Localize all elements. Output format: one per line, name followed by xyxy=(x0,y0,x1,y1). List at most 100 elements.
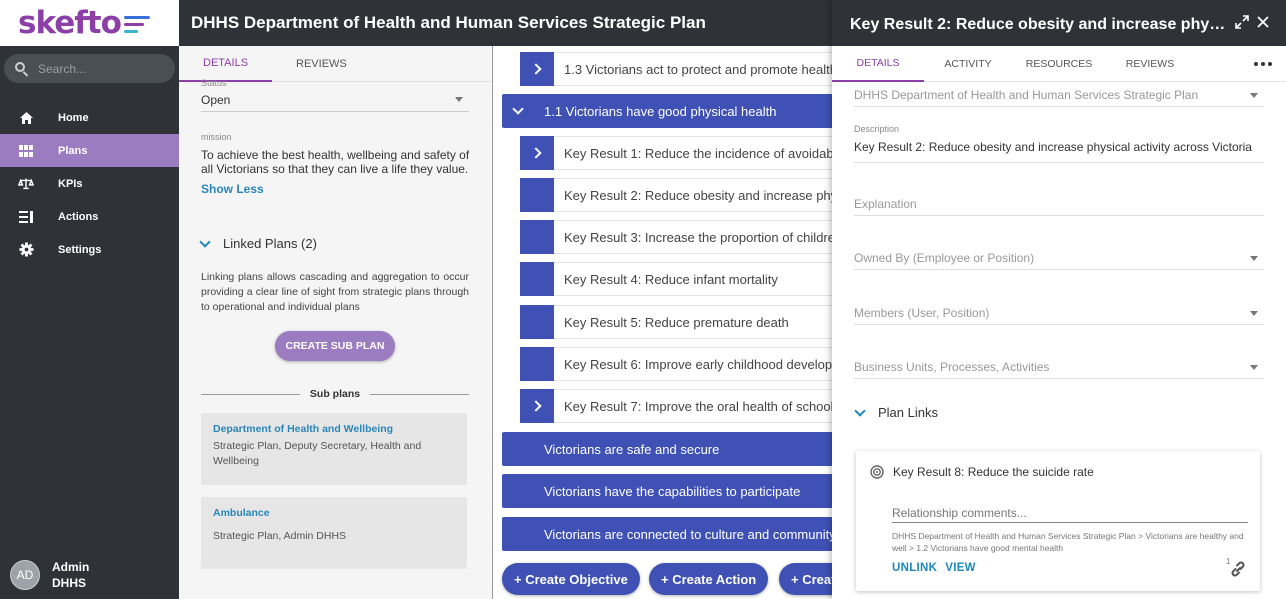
sidebar-item-label: Settings xyxy=(58,243,102,256)
explanation-placeholder: Explanation xyxy=(854,197,917,211)
sub-plans-heading: Sub plans xyxy=(309,388,361,400)
plan-tree: 1.3 Victorians act to protect and promot… xyxy=(494,46,832,599)
plan-links-toggle[interactable]: Plan Links xyxy=(852,404,938,420)
chevron-down-icon xyxy=(1250,92,1258,98)
linked-plans-toggle[interactable]: Linked Plans (2) xyxy=(197,235,317,251)
explanation-field[interactable]: Explanation xyxy=(854,193,1264,216)
key-result-row[interactable]: Key Result 5: Reduce premature death xyxy=(520,304,832,339)
sidebar-item-label: Plans xyxy=(58,144,88,157)
sidebar-item-kpis[interactable]: KPIs xyxy=(0,167,179,200)
row-label: Key Result 5: Reduce premature death xyxy=(564,314,789,330)
objective-row[interactable]: Victorians are safe and secure xyxy=(502,432,832,466)
tab-reviews[interactable]: REVIEWS xyxy=(272,46,371,82)
link-breadcrumb: DHHS Department of Health and Human Serv… xyxy=(892,531,1244,553)
expand-icon[interactable] xyxy=(1235,15,1249,29)
expand-button[interactable] xyxy=(520,388,554,423)
create-action-button[interactable]: + Create Action xyxy=(649,563,769,595)
sub-plan-title[interactable]: Department of Health and Wellbeing xyxy=(213,423,455,435)
row-marker xyxy=(520,346,554,381)
user-profile[interactable]: AD Admin DHHS xyxy=(10,559,89,591)
objective-row[interactable]: Victorians are connected to culture and … xyxy=(502,517,832,551)
objective-row[interactable]: 1.1 Victorians have good physical health xyxy=(502,94,832,128)
status-label: Status xyxy=(201,78,227,88)
show-less-link[interactable]: Show Less xyxy=(201,182,264,196)
expand-button[interactable] xyxy=(520,51,554,86)
key-result-row[interactable]: Key Result 4: Reduce infant mortality xyxy=(520,261,832,296)
sidebar-item-actions[interactable]: Actions xyxy=(0,200,179,233)
plan-links-label: Plan Links xyxy=(878,405,938,420)
plan-select-value: DHHS Department of Health and Human Serv… xyxy=(854,88,1199,102)
row-label: Key Result 7: Improve the oral health of… xyxy=(564,398,832,414)
description-field[interactable]: Description Key Result 2: Reduce obesity… xyxy=(854,124,1264,163)
plan-select[interactable]: DHHS Department of Health and Human Serv… xyxy=(854,84,1264,107)
sidebar-item-label: Actions xyxy=(58,210,99,223)
key-result-row[interactable]: 1.3 Victorians act to protect and promot… xyxy=(520,51,832,86)
key-result-row[interactable]: Key Result 1: Reduce the incidence of av… xyxy=(520,135,832,170)
row-label: Key Result 2: Reduce obesity and increas… xyxy=(564,187,832,203)
members-select[interactable]: Members (User, Position) xyxy=(854,302,1264,325)
sub-plan-card[interactable]: Ambulance Strategic Plan, Admin DHHS xyxy=(201,497,467,569)
page-title: DHHS Department of Health and Human Serv… xyxy=(191,13,706,32)
mission-label: mission xyxy=(201,132,232,142)
row-label: 1.1 Victorians have good physical health xyxy=(544,103,777,119)
panel-title: Key Result 2: Reduce obesity and increas… xyxy=(850,16,1230,33)
view-button[interactable]: VIEW xyxy=(945,562,976,574)
chevron-right-icon xyxy=(529,399,542,412)
row-marker xyxy=(520,219,554,254)
objective-row[interactable]: Victorians have the capabilities to part… xyxy=(502,474,832,508)
close-icon[interactable] xyxy=(1256,15,1270,29)
relationship-comments-input[interactable] xyxy=(892,503,1248,523)
gear-icon xyxy=(18,242,34,258)
row-label: Victorians have the capabilities to part… xyxy=(544,483,801,499)
key-result-row[interactable]: Key Result 2: Reduce obesity and increas… xyxy=(520,177,832,212)
create-sub-plan-button[interactable]: CREATE SUB PLAN xyxy=(275,331,395,361)
tab-activity[interactable]: ACTIVITY xyxy=(924,46,1012,82)
sidebar-item-plans[interactable]: Plans xyxy=(0,134,179,167)
expand-button[interactable] xyxy=(520,135,554,170)
more-options-icon[interactable] xyxy=(1254,62,1272,66)
tab-details[interactable]: DETAILS xyxy=(179,46,273,82)
key-result-row[interactable]: Key Result 7: Improve the oral health of… xyxy=(520,388,832,423)
panel-tabs: DETAILS ACTIVITY RESOURCES REVIEWS xyxy=(832,46,1286,82)
panel-header: Key Result 2: Reduce obesity and increas… xyxy=(832,0,1286,46)
linked-plans-description: Linking plans allows cascading and aggre… xyxy=(201,271,469,313)
search-box[interactable] xyxy=(4,54,175,83)
members-placeholder: Members (User, Position) xyxy=(854,306,990,320)
logo[interactable]: skefto xyxy=(0,0,179,46)
status-select[interactable]: Open xyxy=(201,88,469,112)
list-icon xyxy=(18,209,34,225)
row-label: 1.3 Victorians act to protect and promot… xyxy=(564,61,832,77)
chevron-down-icon[interactable] xyxy=(512,103,524,115)
chevron-right-icon xyxy=(529,62,542,75)
row-label: Key Result 1: Reduce the incidence of av… xyxy=(564,145,832,161)
row-marker xyxy=(520,261,554,296)
sidebar-item-label: KPIs xyxy=(58,177,83,190)
search-icon xyxy=(14,61,30,77)
description-value: Key Result 2: Reduce obesity and increas… xyxy=(854,140,1252,154)
chevron-down-icon xyxy=(199,235,211,248)
sub-plan-title[interactable]: Ambulance xyxy=(213,507,455,519)
key-result-row[interactable]: Key Result 3: Increase the proportion of… xyxy=(520,219,832,254)
tab-reviews[interactable]: REVIEWS xyxy=(1106,46,1194,82)
link-icon[interactable] xyxy=(1228,559,1248,579)
row-label: Key Result 4: Reduce infant mortality xyxy=(564,271,778,287)
key-result-row[interactable]: Key Result 6: Improve early childhood de… xyxy=(520,346,832,381)
tab-resources[interactable]: RESOURCES xyxy=(1012,46,1106,82)
description-label: Description xyxy=(854,124,900,134)
mission-text: To achieve the best health, wellbeing an… xyxy=(201,148,470,176)
sidebar-item-label: Home xyxy=(58,111,89,124)
sub-plan-subtitle: Strategic Plan, Deputy Secretary, Health… xyxy=(213,440,422,467)
owned-by-placeholder: Owned By (Employee or Position) xyxy=(854,251,1035,265)
unlink-button[interactable]: UNLINK xyxy=(892,562,937,574)
search-input[interactable] xyxy=(38,61,158,76)
sub-plan-card[interactable]: Department of Health and Wellbeing Strat… xyxy=(201,413,467,485)
sidebar-item-settings[interactable]: Settings xyxy=(0,233,179,266)
create-objective-button[interactable]: + Create Objective xyxy=(502,563,640,595)
linked-plans-label: Linked Plans (2) xyxy=(223,236,317,251)
owned-by-select[interactable]: Owned By (Employee or Position) xyxy=(854,247,1264,270)
sidebar-item-home[interactable]: Home xyxy=(0,101,179,134)
business-units-select[interactable]: Business Units, Processes, Activities xyxy=(854,356,1264,379)
top-header: DHHS Department of Health and Human Serv… xyxy=(179,0,832,46)
tab-details[interactable]: DETAILS xyxy=(832,46,924,82)
create-button[interactable]: + Create xyxy=(779,563,832,595)
